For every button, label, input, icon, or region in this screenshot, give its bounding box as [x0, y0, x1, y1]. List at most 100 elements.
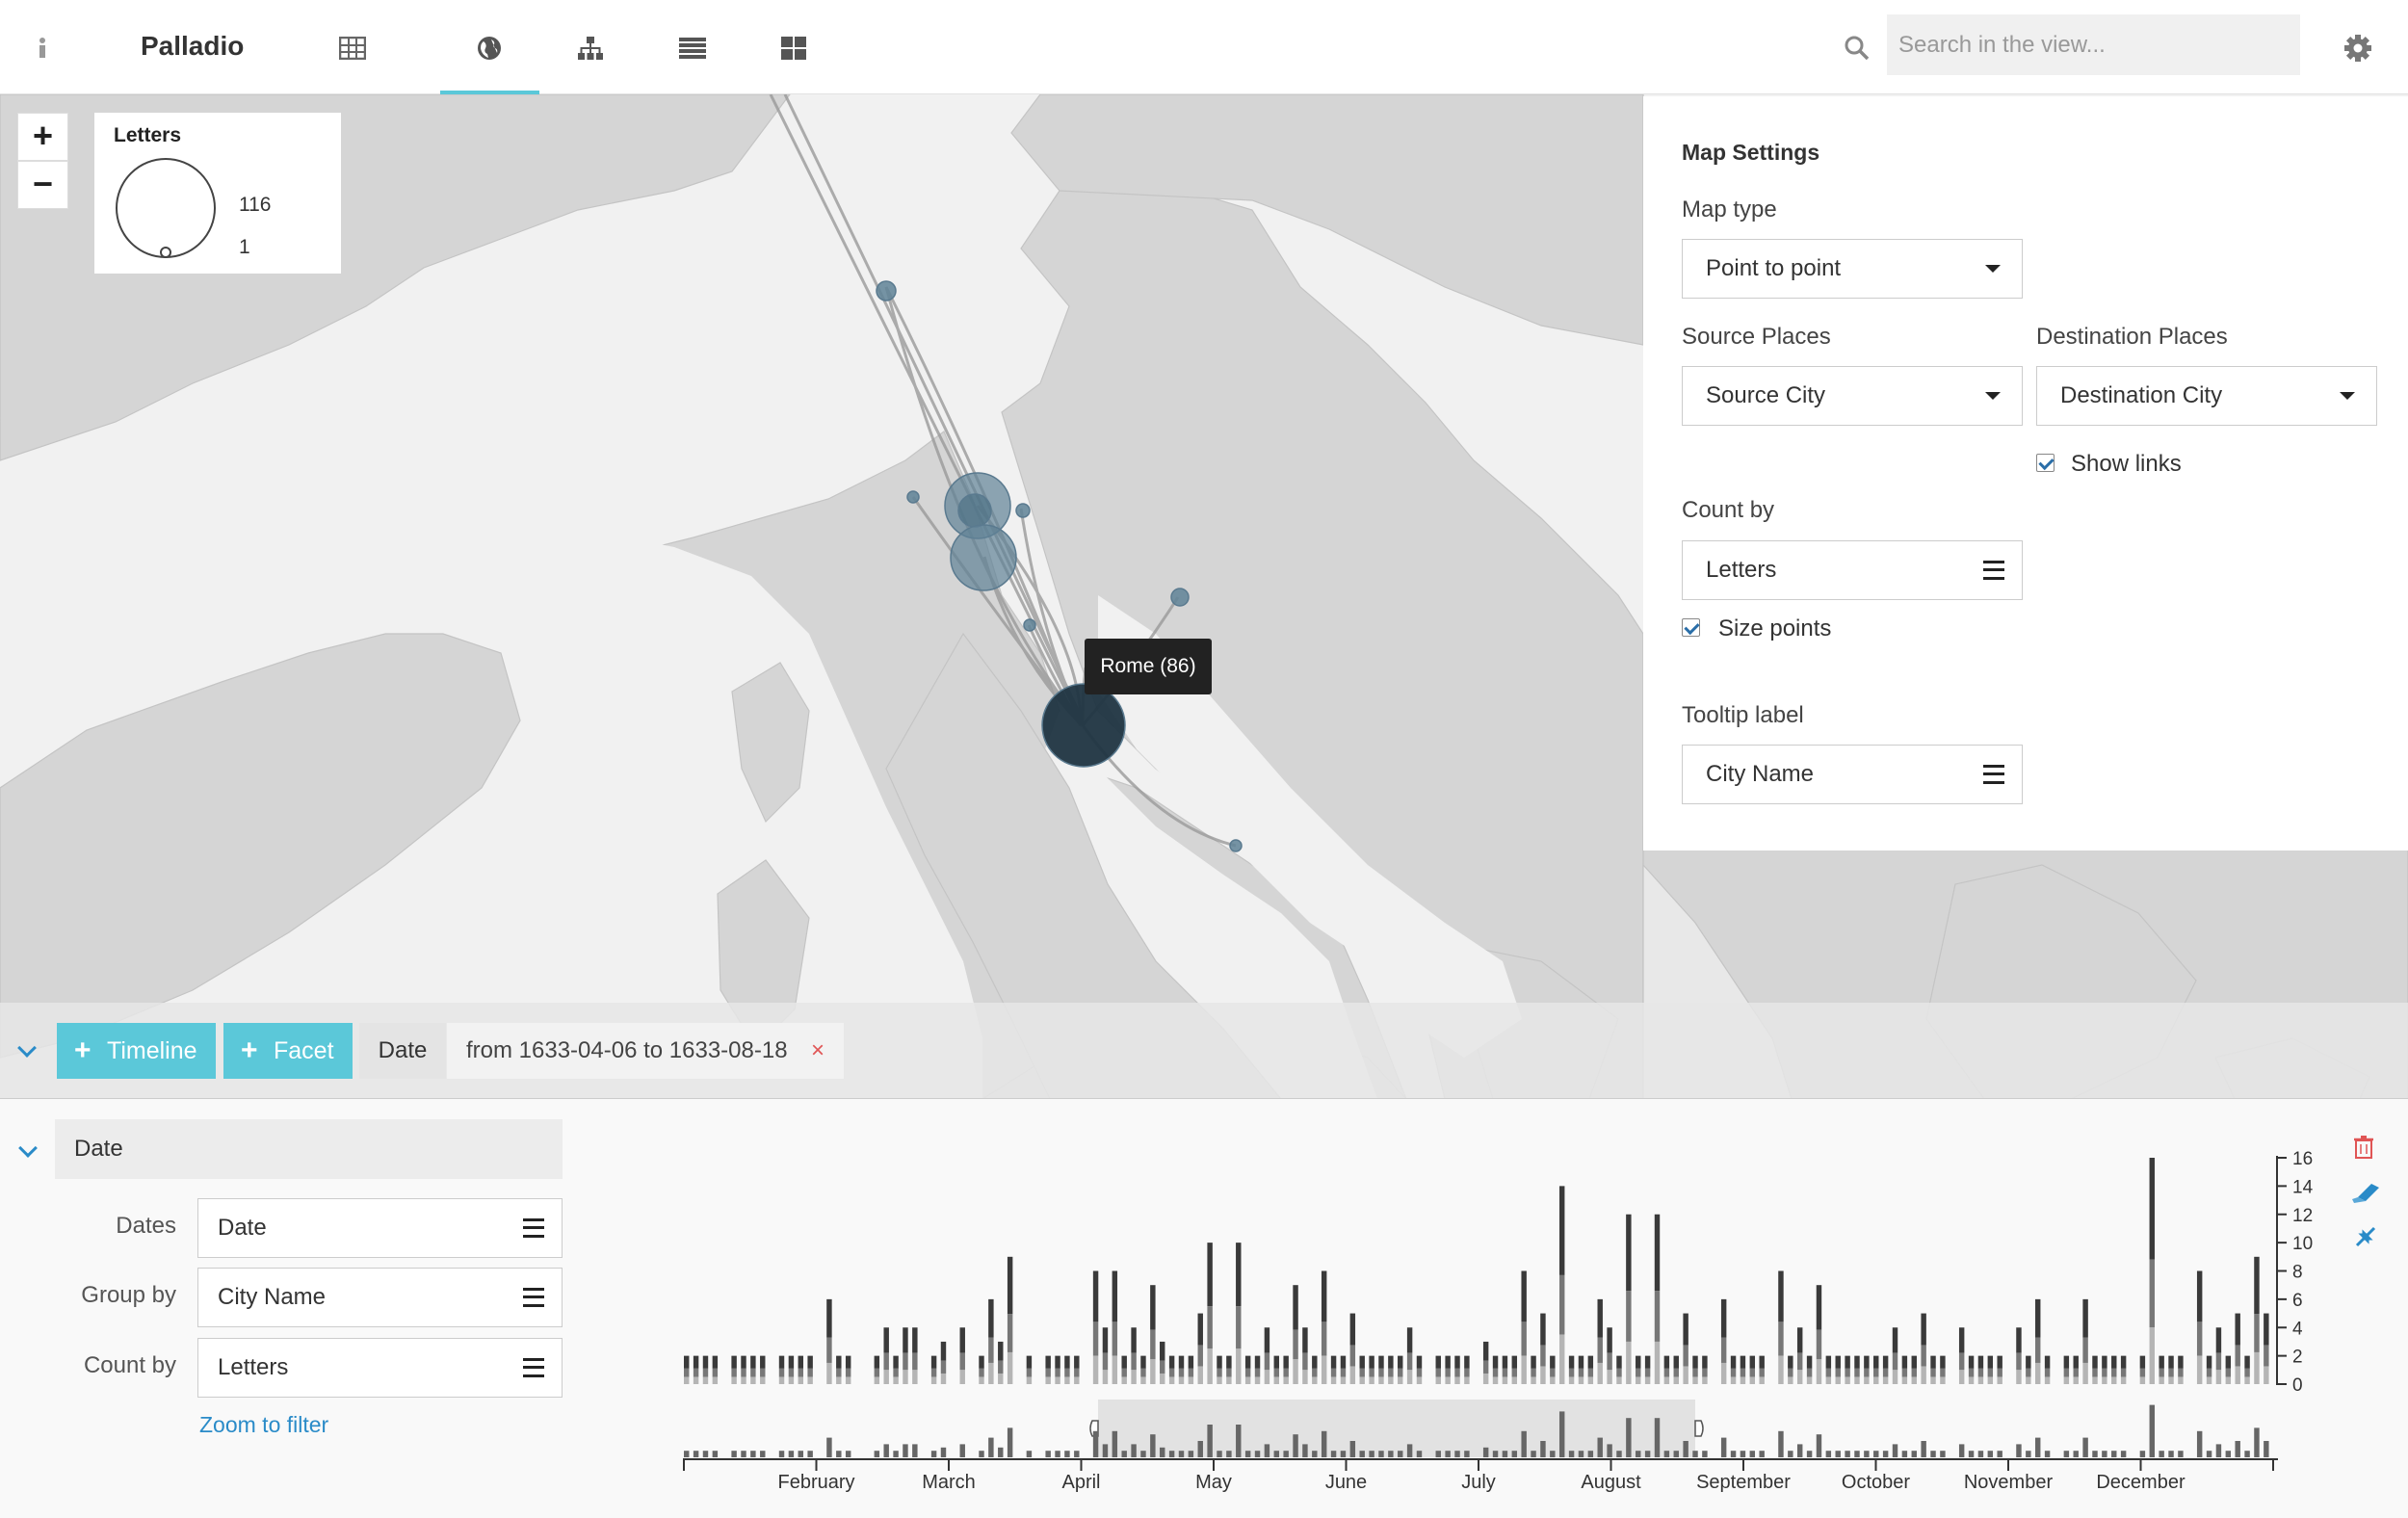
- timeline-bar: [1102, 1352, 1109, 1371]
- timeline-bar: [1521, 1355, 1527, 1384]
- destination-places-select[interactable]: Destination City: [2036, 366, 2377, 426]
- timeline-bar: [1587, 1368, 1594, 1377]
- timeline-bar: [1568, 1355, 1575, 1369]
- add-timeline-button[interactable]: + Timeline: [57, 1023, 216, 1079]
- gear-icon[interactable]: [2339, 29, 2377, 67]
- count-by-select[interactable]: Letters: [197, 1338, 563, 1398]
- timeline-bar: [750, 1355, 756, 1369]
- globe-icon[interactable]: [470, 29, 509, 67]
- brush-handle-right[interactable]: [1694, 1420, 1704, 1437]
- app-brand[interactable]: Palladio: [141, 31, 244, 62]
- timeline-bar: [1616, 1355, 1622, 1369]
- timeline-bar: [893, 1368, 899, 1377]
- timeline-bar: [1492, 1355, 1499, 1369]
- timeline-bar: [2168, 1376, 2174, 1384]
- source-places-select[interactable]: Source City: [1682, 366, 2023, 426]
- timeline-bar: [2235, 1313, 2240, 1346]
- chevron-down-icon[interactable]: [17, 1038, 37, 1058]
- compress-icon[interactable]: [2355, 1226, 2376, 1247]
- timeline-bar: [1312, 1355, 1318, 1369]
- mini-bar: [2178, 1451, 2184, 1457]
- y-tick-label: 10: [2292, 1234, 2313, 1254]
- mini-bar: [1321, 1430, 1327, 1457]
- table-icon[interactable]: [333, 29, 372, 67]
- timeline-bar: [1901, 1355, 1908, 1369]
- timeline-bar: [1502, 1368, 1508, 1377]
- add-facet-button[interactable]: + Facet: [223, 1023, 353, 1079]
- timeline-bar: [2206, 1355, 2212, 1369]
- timeline-bar: [1140, 1355, 1146, 1369]
- info-icon[interactable]: [23, 29, 62, 67]
- mini-bar: [883, 1444, 889, 1457]
- mini-bar: [1150, 1434, 1156, 1457]
- timeline-bar: [1482, 1360, 1489, 1374]
- dates-select[interactable]: Date: [197, 1198, 563, 1258]
- mini-bar: [1293, 1434, 1298, 1457]
- search-icon: [1838, 29, 1876, 67]
- timeline-bar: [1435, 1355, 1441, 1369]
- timeline-bar: [1663, 1368, 1670, 1377]
- count-by-select[interactable]: Letters: [1682, 540, 2023, 600]
- mini-bar: [1958, 1444, 1965, 1457]
- map-tooltip: Rome (86): [1085, 639, 1212, 694]
- timeline-bar: [1977, 1368, 1984, 1377]
- mini-bar: [2063, 1451, 2070, 1457]
- chevron-down-icon[interactable]: [18, 1138, 38, 1158]
- timeline-bar: [807, 1368, 813, 1377]
- timeline-bar: [2044, 1355, 2051, 1369]
- timeline-bar: [1388, 1376, 1394, 1384]
- timeline-bar: [1092, 1355, 1099, 1384]
- show-links-checkbox[interactable]: [2036, 454, 2055, 472]
- size-points-checkbox[interactable]: [1682, 618, 1700, 637]
- mini-bar: [1720, 1437, 1727, 1457]
- timeline-bar: [1873, 1368, 1879, 1377]
- size-legend: Letters 116 1: [94, 113, 341, 274]
- mini-bar: [1749, 1451, 1756, 1457]
- timeline-bar: [1816, 1285, 1822, 1330]
- menu-icon: [1983, 765, 2004, 784]
- timeline-chart[interactable]: 0 2 4 6 8 10 12 14 16 February March April May June J…: [674, 1099, 2408, 1518]
- timeline-bar: [1045, 1368, 1051, 1377]
- timeline-bar: [1626, 1341, 1632, 1384]
- menu-icon: [523, 1218, 544, 1238]
- y-tick-label: 2: [2292, 1348, 2303, 1368]
- timeline-bar: [2225, 1355, 2232, 1369]
- timeline-bar: [1816, 1359, 1822, 1384]
- map-type-select[interactable]: Point to point: [1682, 239, 2023, 299]
- zoom-in-button[interactable]: +: [17, 113, 68, 161]
- remove-filter-icon[interactable]: ×: [811, 1023, 824, 1079]
- timeline-bar: [1930, 1368, 1936, 1377]
- tooltip-label-select[interactable]: City Name: [1682, 745, 2023, 804]
- timeline-bar: [1987, 1368, 1994, 1377]
- timeline-bar: [1273, 1355, 1280, 1369]
- gallery-icon[interactable]: [774, 29, 813, 67]
- mini-bar: [1464, 1451, 1470, 1457]
- timeline-bar: [1435, 1368, 1441, 1377]
- timeline-bar: [1406, 1370, 1413, 1384]
- timeline-bar: [1864, 1368, 1870, 1377]
- zoom-to-filter-link[interactable]: Zoom to filter: [199, 1412, 328, 1438]
- timeline-bar: [1578, 1355, 1584, 1369]
- trash-icon[interactable]: [2354, 1136, 2373, 1159]
- mini-bar: [1207, 1425, 1213, 1457]
- timeline-bar: [2244, 1376, 2250, 1384]
- y-tick-label: 14: [2292, 1177, 2314, 1197]
- eraser-icon[interactable]: [2352, 1184, 2379, 1203]
- timeline-bar: [2168, 1355, 2174, 1369]
- graph-icon[interactable]: [571, 29, 610, 67]
- list-icon[interactable]: [673, 29, 712, 67]
- mini-bar: [1112, 1430, 1118, 1457]
- timeline-bar: [2016, 1327, 2022, 1353]
- zoom-out-button[interactable]: −: [17, 161, 68, 209]
- group-by-select[interactable]: City Name: [197, 1268, 563, 1327]
- timeline-bar: [874, 1368, 880, 1377]
- timeline-bar: [1188, 1355, 1194, 1369]
- timeline-bar: [1825, 1368, 1832, 1377]
- search-input[interactable]: [1887, 14, 2300, 75]
- timeline-bar: [1293, 1285, 1298, 1330]
- mini-bar: [1997, 1451, 2002, 1457]
- timeline-brush[interactable]: [1098, 1400, 1695, 1457]
- mini-bar: [1616, 1451, 1622, 1457]
- timeline-bar: [1720, 1298, 1727, 1338]
- timeline-bar: [1550, 1355, 1556, 1369]
